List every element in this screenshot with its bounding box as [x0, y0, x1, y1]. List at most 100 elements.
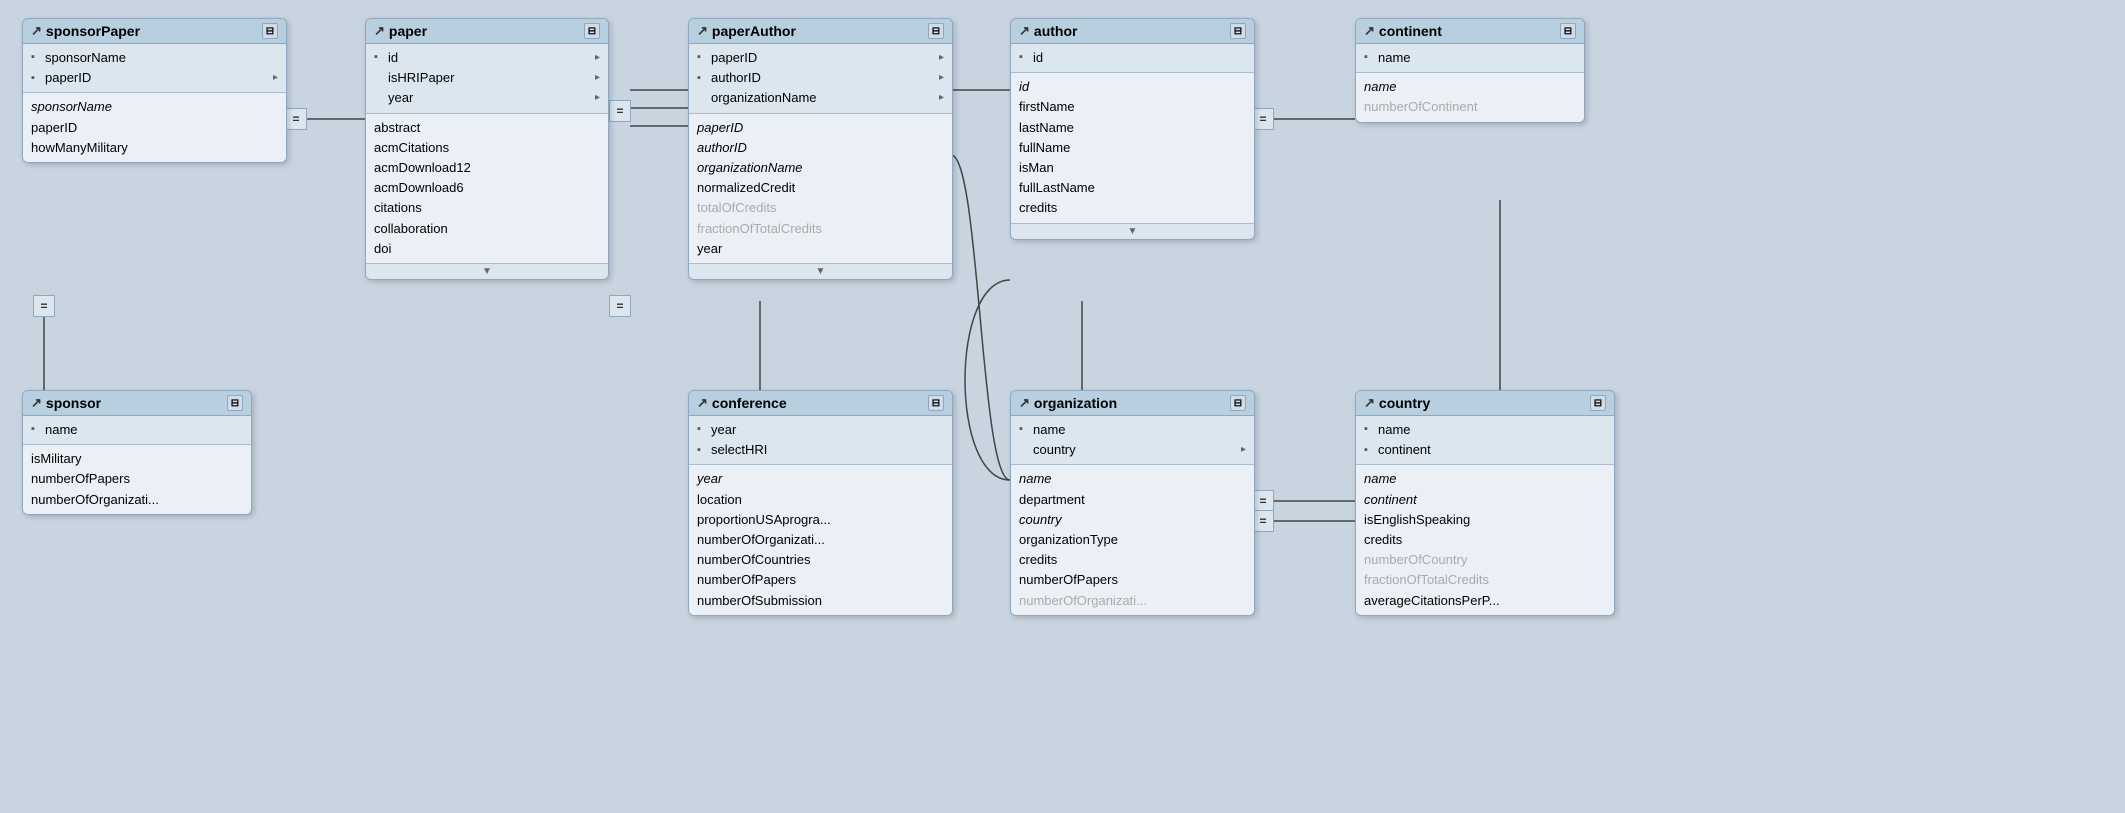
table-paper: ↗ paper ⊟ ▪ id ▸ isHRIPaper ▸ year ▸ [365, 18, 609, 280]
table-organization: ↗ organization ⊟ ▪ name country ▸ name d… [1010, 390, 1255, 616]
expand-icon-conference: ↗ [697, 395, 708, 411]
field-country-pk-org: country ▸ [1019, 440, 1246, 460]
field-fullName: fullName [1019, 138, 1246, 158]
table-header-sponsor: ↗ sponsor ⊟ [23, 391, 251, 416]
field-sponsorName-attr: sponsorName [31, 97, 278, 117]
field-numberOfCountry: numberOfCountry [1364, 550, 1606, 570]
field-credits-author: credits [1019, 198, 1246, 218]
table-header-paperAuthor: ↗ paperAuthor ⊟ [689, 19, 952, 44]
minimize-btn-conference[interactable]: ⊟ [928, 395, 944, 411]
table-continent: ↗ continent ⊟ ▪ name name numberOfContin… [1355, 18, 1585, 123]
field-continent-pk-country: ▪ continent [1364, 440, 1606, 460]
minimize-btn-sponsorPaper[interactable]: ⊟ [262, 23, 278, 39]
field-isMan: isMan [1019, 158, 1246, 178]
expand-icon-paper: ↗ [374, 23, 385, 39]
eq-box-2: = [609, 100, 631, 122]
table-author: ↗ author ⊟ ▪ id id firstName lastName fu… [1010, 18, 1255, 240]
table-conference: ↗ conference ⊟ ▪ year ▪ selectHRI year l… [688, 390, 953, 616]
field-year-attr-conf: year [697, 469, 944, 489]
field-organizationName-attr: organizationName [697, 158, 944, 178]
pk-section-paper: ▪ id ▸ isHRIPaper ▸ year ▸ [366, 44, 608, 114]
minimize-btn-country[interactable]: ⊟ [1590, 395, 1606, 411]
eq-box-4: = [1252, 108, 1274, 130]
table-header-author: ↗ author ⊟ [1011, 19, 1254, 44]
field-fullLastName: fullLastName [1019, 178, 1246, 198]
field-numberOfContinent: numberOfContinent [1364, 97, 1576, 117]
table-header-conference: ↗ conference ⊟ [689, 391, 952, 416]
field-howManyMilitary: howManyMilitary [31, 138, 278, 158]
field-isMilitary: isMilitary [31, 449, 243, 469]
field-numberOfSubmission: numberOfSubmission [697, 591, 944, 611]
minimize-btn-paper[interactable]: ⊟ [584, 23, 600, 39]
field-acmCitations: acmCitations [374, 138, 600, 158]
pk-section-author: ▪ id [1011, 44, 1254, 73]
field-paperID-attr-pa: paperID [697, 118, 944, 138]
minimize-btn-paperAuthor[interactable]: ⊟ [928, 23, 944, 39]
table-title-continent: continent [1379, 23, 1442, 39]
scroll-indicator-author: ▼ [1011, 223, 1254, 239]
table-title-sponsorPaper: sponsorPaper [46, 23, 140, 39]
field-name-pk-continent: ▪ name [1364, 48, 1576, 68]
field-isHRIPaper: isHRIPaper ▸ [374, 68, 600, 88]
field-name-attr-country: name [1364, 469, 1606, 489]
field-fractionOfTotalCredits: fractionOfTotalCredits [697, 219, 944, 239]
field-abstract: abstract [374, 118, 600, 138]
field-acmDownload12: acmDownload12 [374, 158, 600, 178]
table-title-paper: paper [389, 23, 427, 39]
field-continent-attr-country: continent [1364, 490, 1606, 510]
attrs-section-country: name continent isEnglishSpeaking credits… [1356, 465, 1614, 614]
field-averageCitationsPerP: averageCitationsPerP... [1364, 591, 1606, 611]
field-paperID-attr: paperID [31, 118, 278, 138]
attrs-section-organization: name department country organizationType… [1011, 465, 1254, 614]
field-authorID-pk: ▪ authorID ▸ [697, 68, 944, 88]
table-title-country: country [1379, 395, 1430, 411]
scroll-indicator-paperAuthor: ▼ [689, 263, 952, 279]
pk-section-country: ▪ name ▪ continent [1356, 416, 1614, 465]
field-authorID-attr: authorID [697, 138, 944, 158]
field-credits-country: credits [1364, 530, 1606, 550]
expand-icon-organization: ↗ [1019, 395, 1030, 411]
field-doi: doi [374, 239, 600, 259]
field-numberOfOrganizations-org: numberOfOrganizati... [1019, 591, 1246, 611]
pk-section-sponsor: ▪ name [23, 416, 251, 445]
field-numberOfCountries-conf: numberOfCountries [697, 550, 944, 570]
field-year-pk-conf: ▪ year [697, 420, 944, 440]
attrs-section-sponsor: isMilitary numberOfPapers numberOfOrgani… [23, 445, 251, 514]
eq-box-5: = [33, 295, 55, 317]
minimize-btn-continent[interactable]: ⊟ [1560, 23, 1576, 39]
field-year-pa: year [697, 239, 944, 259]
field-name-pk-sponsor: ▪ name [31, 420, 243, 440]
eq-box-7: = [1252, 490, 1274, 512]
expand-icon-sponsorPaper: ↗ [31, 23, 42, 39]
attrs-section-author: id firstName lastName fullName isMan ful… [1011, 73, 1254, 222]
field-sponsorName-pk: ▪ sponsorName [31, 48, 278, 68]
field-numberOfOrganizations-sponsor: numberOfOrganizati... [31, 490, 243, 510]
eq-box-8: = [1252, 510, 1274, 532]
field-numberOfPapers-sponsor: numberOfPapers [31, 469, 243, 489]
field-id-pk-author: ▪ id [1019, 48, 1246, 68]
attrs-section-sponsorPaper: sponsorName paperID howManyMilitary [23, 93, 286, 162]
key-icon: ▪ [31, 71, 41, 86]
table-sponsor: ↗ sponsor ⊟ ▪ name isMilitary numberOfPa… [22, 390, 252, 515]
minimize-btn-organization[interactable]: ⊟ [1230, 395, 1246, 411]
expand-icon-country: ↗ [1364, 395, 1375, 411]
table-header-sponsorPaper: ↗ sponsorPaper ⊟ [23, 19, 286, 44]
field-id-attr-author: id [1019, 77, 1246, 97]
scroll-indicator-paper: ▼ [366, 263, 608, 279]
minimize-btn-author[interactable]: ⊟ [1230, 23, 1246, 39]
table-paperAuthor: ↗ paperAuthor ⊟ ▪ paperID ▸ ▪ authorID ▸… [688, 18, 953, 280]
table-title-conference: conference [712, 395, 787, 411]
pk-section-sponsorPaper: ▪ sponsorName ▪ paperID ▸ [23, 44, 286, 93]
attrs-section-continent: name numberOfContinent [1356, 73, 1584, 121]
field-name-attr-continent: name [1364, 77, 1576, 97]
pk-section-paperAuthor: ▪ paperID ▸ ▪ authorID ▸ organizationNam… [689, 44, 952, 114]
field-country-attr-org: country [1019, 510, 1246, 530]
minimize-btn-sponsor[interactable]: ⊟ [227, 395, 243, 411]
table-country: ↗ country ⊟ ▪ name ▪ continent name cont… [1355, 390, 1615, 616]
key-icon: ▪ [31, 50, 41, 65]
field-totalOfCredits: totalOfCredits [697, 198, 944, 218]
expand-icon-continent: ↗ [1364, 23, 1375, 39]
field-collaboration: collaboration [374, 219, 600, 239]
field-firstName: firstName [1019, 97, 1246, 117]
field-name-pk-org: ▪ name [1019, 420, 1246, 440]
